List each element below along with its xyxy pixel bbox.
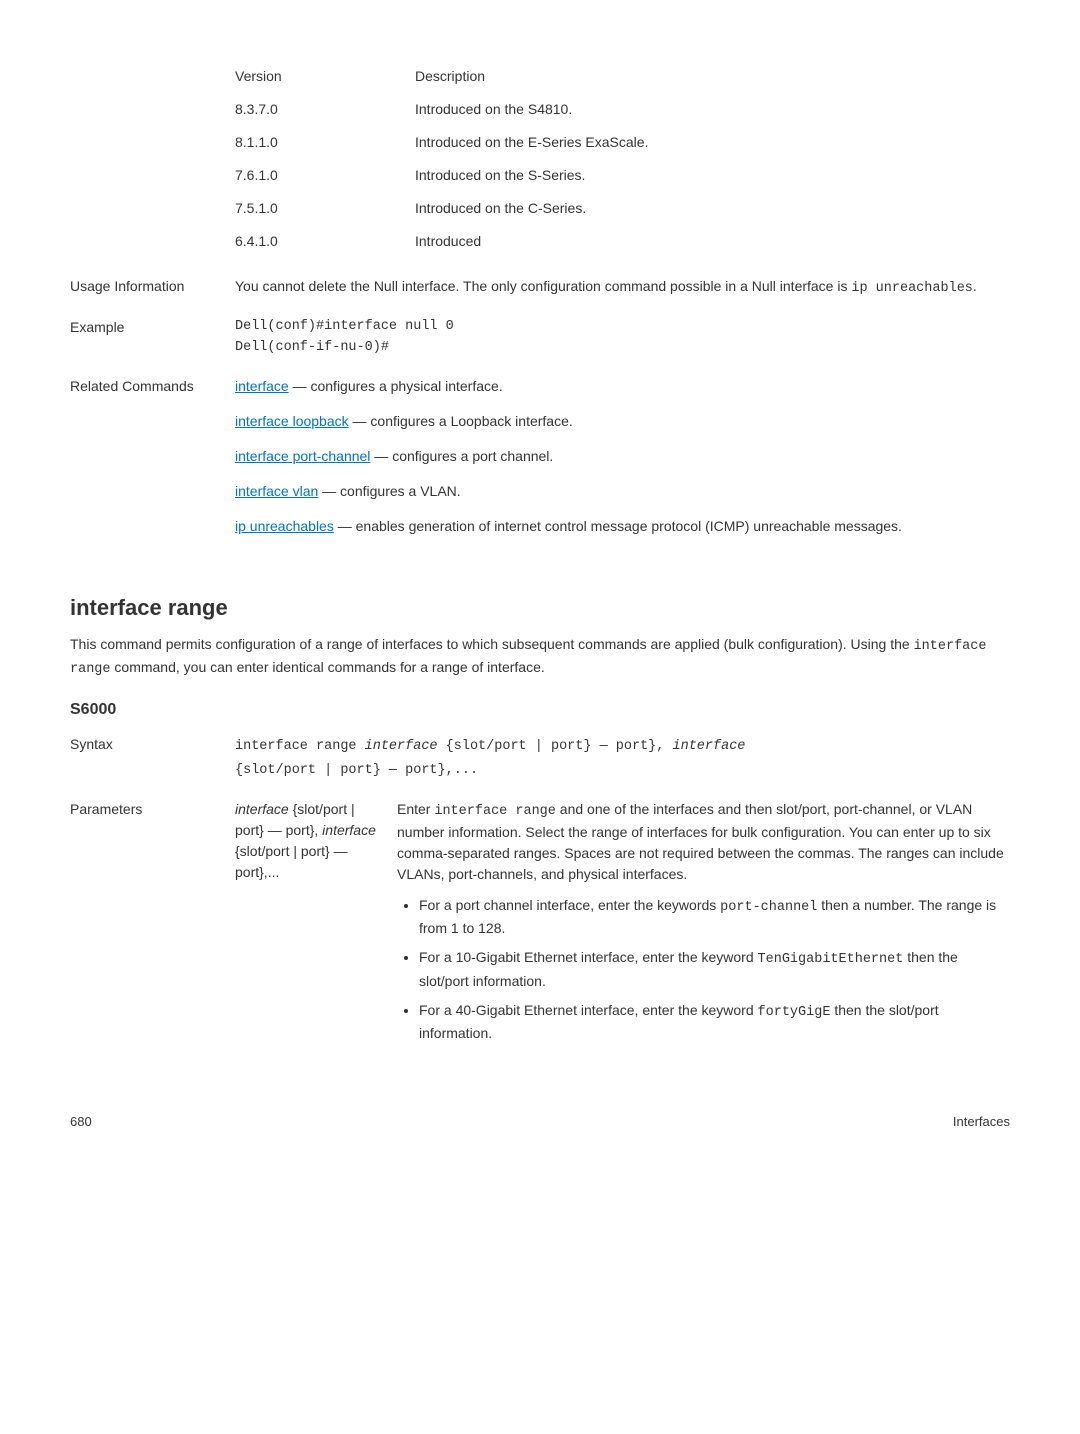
related-link-vlan[interactable]: interface vlan xyxy=(235,483,318,499)
related-item: ip unreachables — enables generation of … xyxy=(235,516,1010,537)
related-link-port-channel[interactable]: interface port-channel xyxy=(235,448,370,464)
bullet-code: port-channel xyxy=(720,900,817,915)
version-row: 7.5.1.0 Introduced on the C-Series. xyxy=(235,192,1010,225)
version-row: 7.6.1.0 Introduced on the S-Series. xyxy=(235,159,1010,192)
bullet-code: fortyGigE xyxy=(758,1005,831,1020)
param-name-italic: interface xyxy=(235,801,289,817)
syntax-label: Syntax xyxy=(70,734,235,781)
version-row: 8.1.1.0 Introduced on the E-Series ExaSc… xyxy=(235,126,1010,159)
version-cell: 6.4.1.0 xyxy=(235,225,415,258)
related-item: interface vlan — configures a VLAN. xyxy=(235,481,1010,502)
related-link-interface[interactable]: interface xyxy=(235,378,289,394)
related-item: interface loopback — configures a Loopba… xyxy=(235,411,1010,432)
usage-content: You cannot delete the Null interface. Th… xyxy=(235,276,1010,299)
parameters-label: Parameters xyxy=(70,799,235,1052)
related-text: — enables generation of internet control… xyxy=(334,518,902,534)
example-row: Example Dell(conf)#interface null 0 Dell… xyxy=(70,317,1010,358)
bullet-code: TenGigabitEthernet xyxy=(758,952,904,967)
syntax-italic: interface xyxy=(365,739,438,754)
version-history-spacer xyxy=(70,60,235,258)
bullet-text-a: For a 10-Gigabit Ethernet interface, ent… xyxy=(419,949,758,965)
param-desc-a: Enter xyxy=(397,801,434,817)
related-item: interface — configures a physical interf… xyxy=(235,376,1010,397)
intro-text-1: This command permits configuration of a … xyxy=(70,636,914,652)
version-row: 8.3.7.0 Introduced on the S4810. xyxy=(235,93,1010,126)
param-name-plain: {slot/port | port} — port},... xyxy=(235,843,348,880)
usage-text-2: . xyxy=(973,278,977,294)
syntax-italic: interface xyxy=(673,739,746,754)
parameters-content: interface {slot/port | port} — port}, in… xyxy=(235,799,1010,1052)
description-cell: Introduced xyxy=(415,225,1010,258)
version-history-row: Version Description 8.3.7.0 Introduced o… xyxy=(70,60,1010,258)
version-table-header: Version Description xyxy=(235,60,1010,93)
page-number: 680 xyxy=(70,1112,92,1132)
example-label: Example xyxy=(70,317,235,358)
heading-interface-range: interface range xyxy=(70,591,1010,624)
version-history-content: Version Description 8.3.7.0 Introduced o… xyxy=(235,60,1010,258)
bullet-item: For a 10-Gigabit Ethernet interface, ent… xyxy=(419,947,1010,991)
syntax-row: Syntax interface range interface {slot/p… xyxy=(70,734,1010,781)
version-row: 6.4.1.0 Introduced xyxy=(235,225,1010,258)
related-row: Related Commands interface — configures … xyxy=(70,376,1010,551)
bullet-item: For a port channel interface, enter the … xyxy=(419,895,1010,939)
version-cell: 8.1.1.0 xyxy=(235,126,415,159)
related-link-loopback[interactable]: interface loopback xyxy=(235,413,349,429)
parameter-entry: interface {slot/port | port} — port}, in… xyxy=(235,799,1010,1052)
related-text: — configures a port channel. xyxy=(370,448,553,464)
parameters-row: Parameters interface {slot/port | port} … xyxy=(70,799,1010,1052)
bullet-text-a: For a port channel interface, enter the … xyxy=(419,897,720,913)
example-code: Dell(conf)#interface null 0 Dell(conf-if… xyxy=(235,317,1010,358)
related-item: interface port-channel — configures a po… xyxy=(235,446,1010,467)
syntax-text: interface range xyxy=(235,739,365,754)
param-name-plain: {slot/ xyxy=(289,801,323,817)
syntax-text: {slot/port | port} — port},... xyxy=(235,763,478,778)
bullet-text-a: For a 40-Gigabit Ethernet interface, ent… xyxy=(419,1002,758,1018)
description-cell: Introduced on the E-Series ExaScale. xyxy=(415,126,1010,159)
page-footer: 680 Interfaces xyxy=(70,1112,1010,1132)
heading-s6000: S6000 xyxy=(70,698,1010,722)
description-cell: Introduced on the S4810. xyxy=(415,93,1010,126)
usage-row: Usage Information You cannot delete the … xyxy=(70,276,1010,299)
footer-section: Interfaces xyxy=(953,1112,1010,1132)
intro-text-2: command, you can enter identical command… xyxy=(111,659,545,675)
version-cell: 7.6.1.0 xyxy=(235,159,415,192)
parameter-name: interface {slot/port | port} — port}, in… xyxy=(235,799,397,883)
param-desc-code: interface range xyxy=(434,804,556,819)
related-label: Related Commands xyxy=(70,376,235,551)
related-text: — configures a physical interface. xyxy=(289,378,503,394)
description-cell: Introduced on the S-Series. xyxy=(415,159,1010,192)
usage-label: Usage Information xyxy=(70,276,235,299)
version-table: Version Description 8.3.7.0 Introduced o… xyxy=(235,60,1010,258)
bullet-item: For a 40-Gigabit Ethernet interface, ent… xyxy=(419,1000,1010,1044)
related-text: — configures a VLAN. xyxy=(318,483,460,499)
usage-text-1: You cannot delete the Null interface. Th… xyxy=(235,278,851,294)
syntax-content: interface range interface {slot/port | p… xyxy=(235,734,1010,781)
version-col-header: Version xyxy=(235,60,415,93)
description-cell: Introduced on the C-Series. xyxy=(415,192,1010,225)
related-text: — configures a Loopback interface. xyxy=(349,413,573,429)
usage-code: ip unreachables xyxy=(851,281,973,296)
intro-paragraph: This command permits configuration of a … xyxy=(70,634,1010,681)
version-cell: 7.5.1.0 xyxy=(235,192,415,225)
related-link-ip-unreachables[interactable]: ip unreachables xyxy=(235,518,334,534)
syntax-text: {slot/port | port} — port}, xyxy=(438,739,673,754)
parameter-bullets: For a port channel interface, enter the … xyxy=(397,895,1010,1044)
version-cell: 8.3.7.0 xyxy=(235,93,415,126)
parameter-description: Enter interface range and one of the int… xyxy=(397,799,1010,1052)
example-content: Dell(conf)#interface null 0 Dell(conf-if… xyxy=(235,317,1010,358)
param-name-italic: interface xyxy=(322,822,376,838)
related-content: interface — configures a physical interf… xyxy=(235,376,1010,551)
description-col-header: Description xyxy=(415,60,1010,93)
